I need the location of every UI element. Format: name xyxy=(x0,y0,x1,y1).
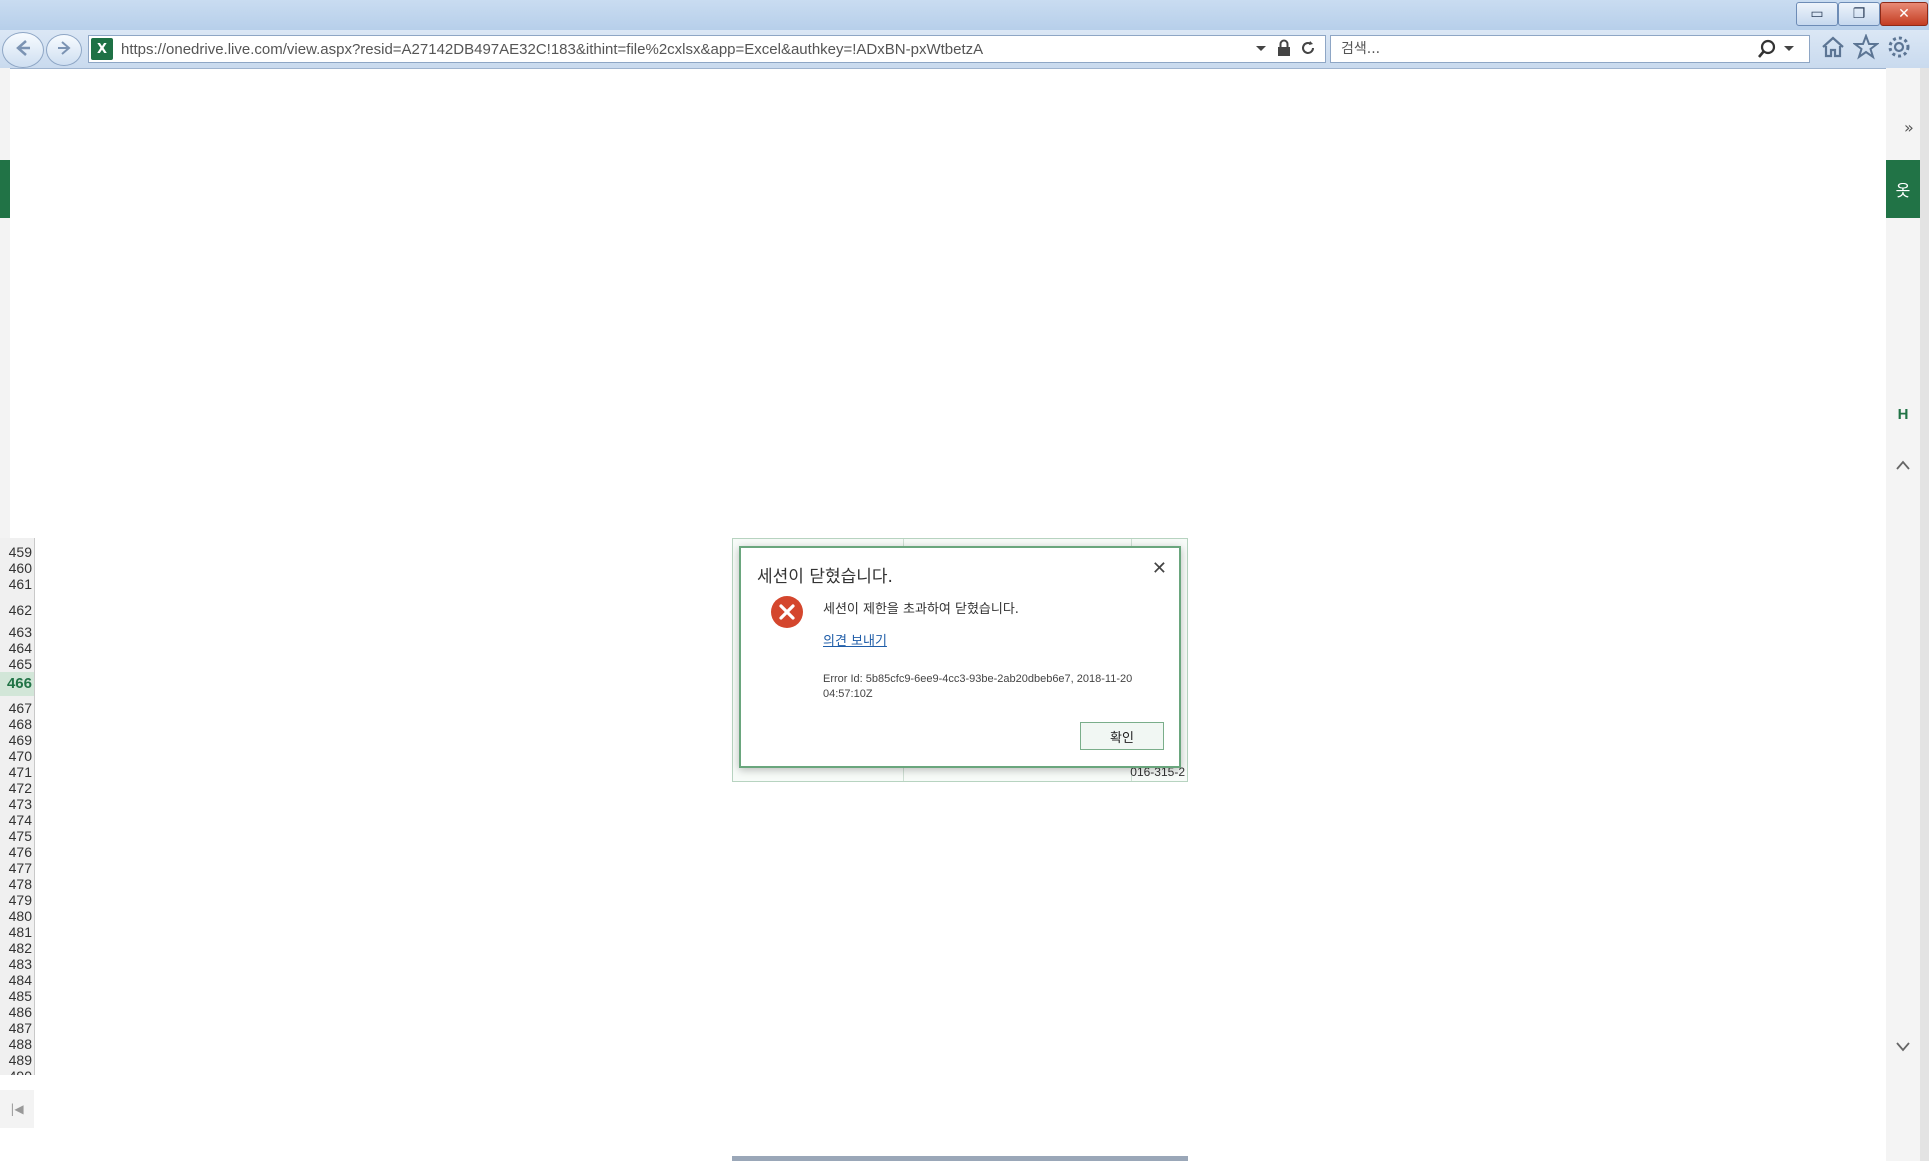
row-number[interactable]: 466 xyxy=(0,672,34,696)
ribbon-band-left xyxy=(0,160,10,218)
browser-title-bar: ▭ ❐ ✕ xyxy=(0,0,1929,30)
search-input[interactable] xyxy=(1339,40,1743,58)
row-number[interactable]: 490 xyxy=(0,1068,34,1075)
chevron-right-icon[interactable]: » xyxy=(1904,118,1914,137)
back-button[interactable] xyxy=(2,32,44,68)
row-number[interactable]: 463 xyxy=(0,624,34,640)
row-number[interactable]: 467 xyxy=(0,700,34,716)
minimize-button[interactable]: ▭ xyxy=(1796,2,1838,26)
row-number[interactable]: 465 xyxy=(0,656,34,672)
row-number[interactable]: 474 xyxy=(0,812,34,828)
column-header-h[interactable]: H xyxy=(1886,406,1920,426)
row-number[interactable]: 485 xyxy=(0,988,34,1004)
row-number[interactable]: 486 xyxy=(0,1004,34,1020)
scroll-down-icon[interactable] xyxy=(1896,1040,1910,1056)
settings-gear-icon[interactable] xyxy=(1886,34,1912,66)
row-number[interactable]: 462 xyxy=(0,602,34,618)
favorites-star-icon[interactable] xyxy=(1852,33,1880,66)
sheet-bottom-area xyxy=(0,1075,1886,1161)
error-id-text: Error Id: 5b85cfc9-6ee9-4cc3-93be-2ab20d… xyxy=(823,673,1133,700)
error-icon xyxy=(771,596,803,628)
dropdown-arrow-icon[interactable] xyxy=(1255,39,1267,61)
row-number[interactable]: 459 xyxy=(0,544,34,560)
row-number[interactable]: 489 xyxy=(0,1052,34,1068)
forward-button[interactable] xyxy=(46,34,82,66)
row-number[interactable]: 487 xyxy=(0,1020,34,1036)
row-number[interactable]: 477 xyxy=(0,860,34,876)
row-number[interactable]: 472 xyxy=(0,780,34,796)
row-number[interactable]: 468 xyxy=(0,716,34,732)
row-number[interactable]: 475 xyxy=(0,828,34,844)
row-number[interactable]: 471 xyxy=(0,764,34,780)
row-number[interactable]: 461 xyxy=(0,576,34,592)
row-number[interactable]: 473 xyxy=(0,796,34,812)
taskbar-peek xyxy=(732,1156,1188,1161)
session-closed-dialog: 세션이 닫혔습니다. ✕ 세션이 제한을 초과하여 닫혔습니다. 의견 보내기 … xyxy=(739,546,1181,768)
dialog-close-icon[interactable]: ✕ xyxy=(1152,558,1167,579)
search-dropdown-icon[interactable] xyxy=(1783,39,1795,61)
row-number[interactable]: 481 xyxy=(0,924,34,940)
row-number[interactable]: 479 xyxy=(0,892,34,908)
excel-favicon-icon: X xyxy=(91,38,113,60)
lock-icon[interactable] xyxy=(1277,39,1291,61)
scroll-up-icon[interactable] xyxy=(1896,458,1910,474)
dialog-message: 세션이 제한을 초과하여 닫혔습니다. xyxy=(823,602,1019,617)
ribbon-band-right: 옷 xyxy=(1886,160,1920,218)
refresh-icon[interactable] xyxy=(1299,39,1317,61)
row-number[interactable]: 480 xyxy=(0,908,34,924)
url-text[interactable]: https://onedrive.live.com/view.aspx?resi… xyxy=(121,41,1241,58)
search-icon[interactable] xyxy=(1757,39,1777,63)
row-number[interactable]: 464 xyxy=(0,640,34,656)
row-number[interactable]: 478 xyxy=(0,876,34,892)
right-scroll-edge xyxy=(1920,68,1929,1161)
send-feedback-link[interactable]: 의견 보내기 xyxy=(823,630,887,649)
row-number[interactable]: 470 xyxy=(0,748,34,764)
arrow-left-icon xyxy=(12,37,34,64)
dialog-title: 세션이 닫혔습니다. xyxy=(757,567,893,587)
browser-nav-bar: X https://onedrive.live.com/view.aspx?re… xyxy=(0,30,1929,69)
row-number[interactable]: 469 xyxy=(0,732,34,748)
ok-button[interactable]: 확인 xyxy=(1080,722,1164,750)
maximize-button[interactable]: ❐ xyxy=(1838,2,1880,26)
search-box[interactable] xyxy=(1330,35,1810,63)
row-number[interactable]: 482 xyxy=(0,940,34,956)
close-window-button[interactable]: ✕ xyxy=(1880,2,1928,26)
row-number[interactable]: 476 xyxy=(0,844,34,860)
arrow-right-icon xyxy=(55,38,73,62)
home-icon[interactable] xyxy=(1820,34,1846,66)
address-bar[interactable]: X https://onedrive.live.com/view.aspx?re… xyxy=(88,35,1326,63)
row-number-column: 459 460 461 462 463 464 465 466 467 468 469 470 471 4… xyxy=(0,538,35,1075)
row-number[interactable]: 460 xyxy=(0,560,34,576)
row-number[interactable]: 484 xyxy=(0,972,34,988)
row-number[interactable]: 483 xyxy=(0,956,34,972)
sheet-nav-first-icon[interactable]: |◀ xyxy=(0,1090,34,1128)
row-number[interactable]: 488 xyxy=(0,1036,34,1052)
